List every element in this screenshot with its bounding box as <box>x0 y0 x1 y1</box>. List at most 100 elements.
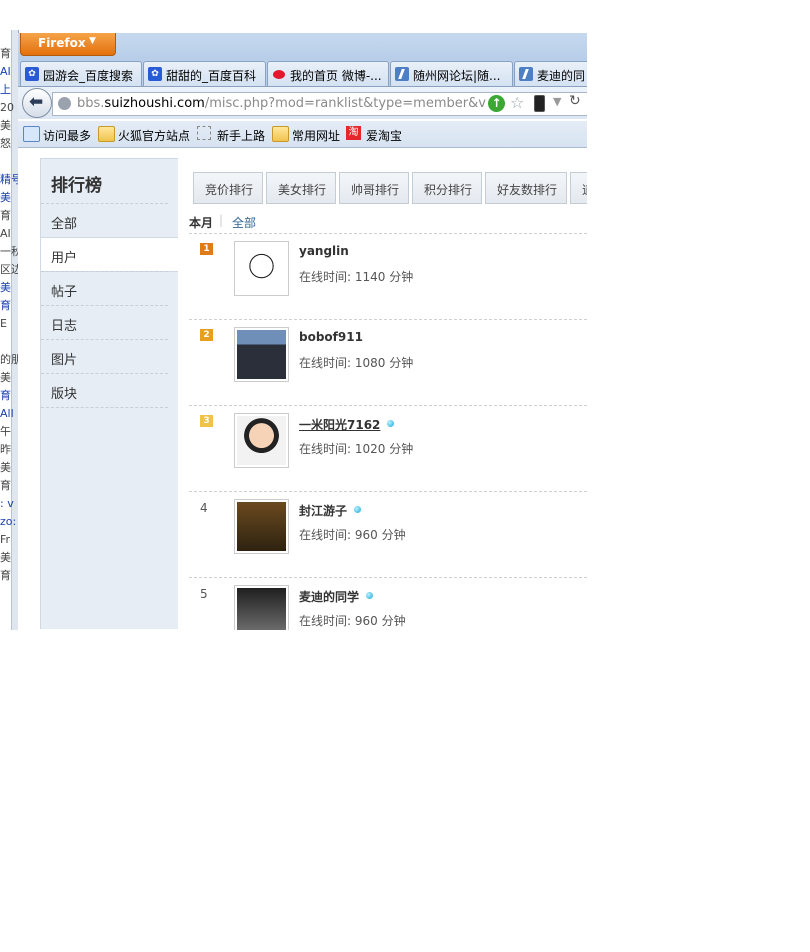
rank-number: 4 <box>200 501 208 515</box>
username-link[interactable]: 麦迪的同学 <box>299 588 359 605</box>
bookmarks-toolbar: 访问最多 火狐官方站点 新手上路 常用网址 淘 爱淘宝 <box>18 121 587 148</box>
tab-friends-rank[interactable]: 好友数排行 <box>485 172 567 204</box>
online-time: 在线时间: 1140 分钟 <box>299 270 414 284</box>
avatar[interactable] <box>234 413 289 468</box>
url-bar[interactable]: bbs.suizhoushi.com/misc.php?mod=ranklist… <box>52 92 587 116</box>
sidebar-item-pictures[interactable]: 图片 <box>41 339 168 373</box>
username-link[interactable]: 封江游子 <box>299 502 347 519</box>
sidebar-item-label: 图片 <box>51 353 78 368</box>
tab-label: 随州网论坛|随... <box>413 69 501 83</box>
ranking-row: 3 一米阳光7162 在线时间: 1020 分钟 <box>189 405 587 492</box>
tab-handsome-rank[interactable]: 帅哥排行 <box>339 172 409 204</box>
ranklist-sidebar: 排行榜 全部 用户 帖子 日志 图片 版块 <box>40 158 178 629</box>
tab-bid-rank[interactable]: 竞价排行 <box>193 172 263 204</box>
dropdown-arrow-icon: ▼ <box>89 36 96 46</box>
username-link[interactable]: bobof911 <box>299 330 363 344</box>
phone-icon[interactable] <box>534 95 545 112</box>
filter-this-month[interactable]: 本月 <box>189 214 213 231</box>
folder-icon <box>98 126 115 142</box>
avatar[interactable] <box>234 585 289 630</box>
rank-type-tabs: 竞价排行 美女排行 帅哥排行 积分排行 好友数排行 道 <box>193 172 587 204</box>
background-window-text: 美 <box>0 281 11 294</box>
tab-label: 积分排行 <box>424 183 473 197</box>
background-window-text: 育 <box>0 569 11 582</box>
reload-icon[interactable]: ↻ <box>569 93 581 109</box>
ranking-row: 5 麦迪的同学 在线时间: 960 分钟 <box>189 577 587 630</box>
bookmark-label: 火狐官方站点 <box>118 129 191 143</box>
firefox-menu-label: Firefox <box>38 36 86 50</box>
sidebar-item-all[interactable]: 全部 <box>41 203 168 237</box>
bookmark-star-icon[interactable]: ☆ <box>510 93 524 112</box>
avatar-image <box>237 502 286 551</box>
back-arrow-icon: ⬅ <box>29 92 44 112</box>
sidebar-item-label: 全部 <box>51 217 78 232</box>
tab-more-rank[interactable]: 道 <box>570 172 587 204</box>
sidebar-item-users[interactable]: 用户 <box>41 237 178 272</box>
background-window-text: 昨 <box>0 443 11 456</box>
tab-baidu-baike[interactable]: ✿ 甜甜的_百度百科 <box>143 61 266 86</box>
ranking-row: 2 bobof911 在线时间: 1080 分钟 <box>189 319 587 406</box>
background-window-text: AI <box>0 227 11 240</box>
background-window-text: 育 <box>0 209 11 222</box>
tab-bar: ✿ 园游会_百度搜索 ✿ 甜甜的_百度百科 我的首页 微博-... 随州网论坛|… <box>18 60 587 87</box>
online-status-icon <box>366 592 373 599</box>
sidebar-item-forums[interactable]: 版块 <box>41 373 168 407</box>
online-time: 在线时间: 1080 分钟 <box>299 356 414 370</box>
tab-weibo[interactable]: 我的首页 微博-... <box>267 61 389 86</box>
background-window-text: 一秋 <box>0 245 18 258</box>
background-window-text: zo: <box>0 515 17 528</box>
ranking-row: 1 yanglin 在线时间: 1140 分钟 <box>189 233 587 320</box>
tab-maidi-classmate[interactable]: 麦迪的同 <box>514 61 587 86</box>
background-window-text: 育 <box>0 299 11 312</box>
weibo-icon <box>272 67 286 81</box>
url-prefix: bbs. <box>77 96 105 111</box>
background-window-text: 20 <box>0 101 14 114</box>
avatar-image <box>237 588 286 630</box>
tab-label: 好友数排行 <box>497 183 558 197</box>
avatar[interactable] <box>234 499 289 554</box>
filter-all-time[interactable]: 全部 <box>232 214 256 231</box>
sidebar-item-label: 版块 <box>51 387 78 402</box>
avatar[interactable] <box>234 241 289 296</box>
background-window-text: 育 <box>0 479 11 492</box>
url-path: /misc.php?mod=ranklist&type=member&view=… <box>204 96 487 111</box>
tab-credits-rank[interactable]: 积分排行 <box>412 172 482 204</box>
sidebar-item-threads[interactable]: 帖子 <box>41 271 168 305</box>
firefox-menu-button[interactable]: Firefox ▼ <box>20 33 116 56</box>
sidebar-item-blogs[interactable]: 日志 <box>41 305 168 339</box>
background-window-text: 美 <box>0 119 11 132</box>
tab-label: 竞价排行 <box>205 183 254 197</box>
tab-baidu-search[interactable]: ✿ 园游会_百度搜索 <box>20 61 142 86</box>
background-window-text: 怒 <box>0 137 11 150</box>
username-link[interactable]: 一米阳光7162 <box>299 416 380 433</box>
avatar-image <box>237 244 286 293</box>
tab-suizhou-forum[interactable]: 随州网论坛|随... <box>390 61 513 86</box>
tab-label: 麦迪的同 <box>537 69 586 83</box>
background-window-text: 美 <box>0 371 11 384</box>
sidebar-divider <box>41 407 168 408</box>
online-status-icon <box>354 506 361 513</box>
avatar[interactable] <box>234 327 289 382</box>
url-domain: suizhoushi.com <box>104 96 205 111</box>
bookmark-label: 新手上路 <box>217 129 266 143</box>
background-window-text: E <box>0 317 7 330</box>
rank-badge: 2 <box>200 329 213 341</box>
navigation-bar: ⬅ bbs.suizhoushi.com/misc.php?mod=rankli… <box>18 87 587 119</box>
title-bar: Firefox ▼ <box>18 33 587 60</box>
back-button[interactable]: ⬅ <box>22 88 52 118</box>
url-dropdown-icon[interactable]: ▼ <box>553 95 561 108</box>
tab-beauty-rank[interactable]: 美女排行 <box>266 172 336 204</box>
browser-window: Firefox ▼ ✿ 园游会_百度搜索 ✿ 甜甜的_百度百科 我的首页 微博-… <box>18 33 587 630</box>
site-icon <box>519 67 533 81</box>
background-window-text: 的朋 <box>0 353 18 366</box>
username-link[interactable]: yanglin <box>299 244 349 258</box>
url-text[interactable]: bbs.suizhoushi.com/misc.php?mod=ranklist… <box>77 96 487 111</box>
bookmark-label: 常用网址 <box>292 129 341 143</box>
tab-label: 甜甜的_百度百科 <box>166 69 257 83</box>
sidebar-item-label: 帖子 <box>51 285 78 300</box>
background-window-text: 精号 <box>0 173 18 186</box>
go-arrow-icon[interactable]: ↑ <box>488 95 505 112</box>
baidu-paw-icon: ✿ <box>148 67 162 81</box>
ranking-row: 4 封江游子 在线时间: 960 分钟 <box>189 491 587 578</box>
tab-label: 帅哥排行 <box>351 183 400 197</box>
